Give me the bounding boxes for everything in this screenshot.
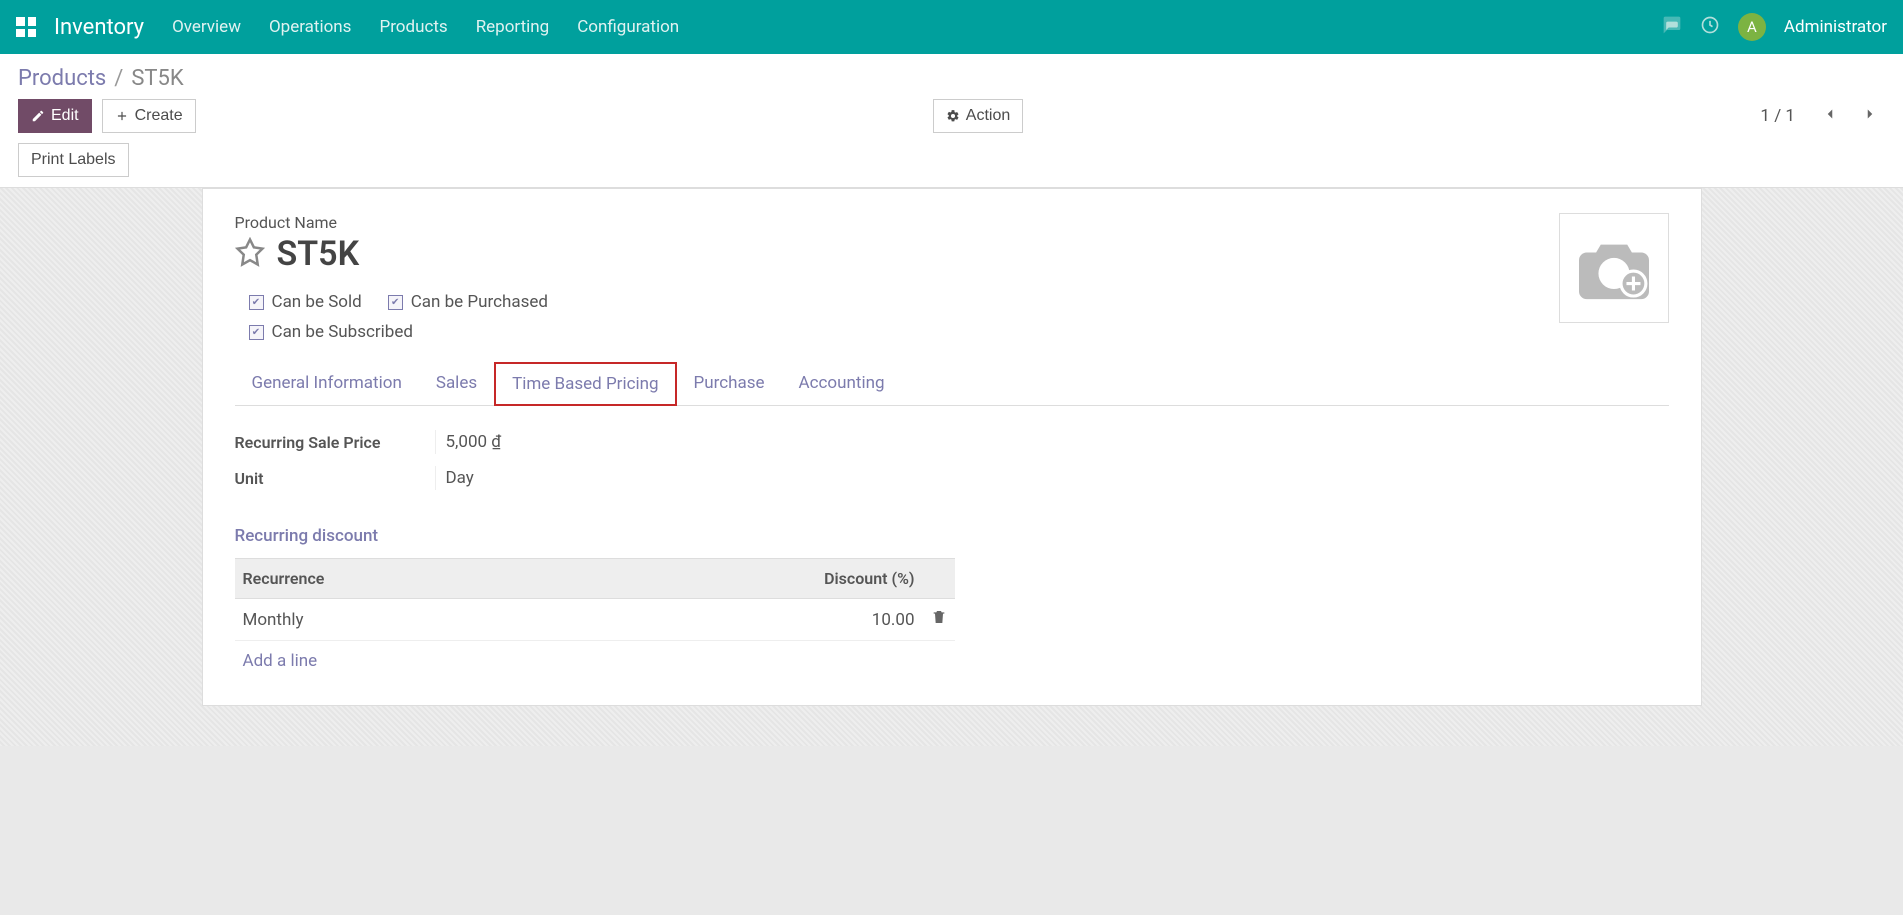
recurring-discount-table: Recurrence Discount (%) Monthly 10.00 <box>235 558 955 681</box>
breadcrumb: Products / ST5K <box>18 66 1885 91</box>
nav-menu: Overview Operations Products Reporting C… <box>172 17 679 37</box>
recurring-sale-price-value: 5,000 ₫ <box>435 430 952 454</box>
col-discount: Discount (%) <box>564 559 922 599</box>
nav-reporting[interactable]: Reporting <box>476 17 550 37</box>
discount-cell: 10.00 <box>564 599 922 641</box>
nav-overview[interactable]: Overview <box>172 17 241 37</box>
product-title: ST5K <box>277 234 360 274</box>
can-be-sold-checkbox[interactable]: ✔ Can be Sold <box>249 292 362 312</box>
can-be-subscribed-checkbox[interactable]: ✔ Can be Subscribed <box>249 322 413 342</box>
pager-next[interactable] <box>1855 101 1885 131</box>
form-background: Product Name ST5K ✔ Can be Sold ✔ <box>0 188 1903 746</box>
col-recurrence: Recurrence <box>235 559 565 599</box>
table-row[interactable]: Monthly 10.00 <box>235 599 955 641</box>
avatar[interactable]: A <box>1738 13 1766 41</box>
camera-plus-icon <box>1574 233 1654 303</box>
product-name-label: Product Name <box>235 213 1559 232</box>
delete-row-button[interactable] <box>931 610 947 630</box>
apps-icon[interactable] <box>16 17 36 37</box>
breadcrumb-separator: / <box>114 66 123 91</box>
tab-purchase[interactable]: Purchase <box>677 362 782 406</box>
checkbox-checked-icon: ✔ <box>388 295 403 310</box>
gear-icon <box>946 109 960 123</box>
recurring-sale-price-field: Recurring Sale Price 5,000 ₫ <box>235 424 952 460</box>
checkbox-checked-icon: ✔ <box>249 325 264 340</box>
form-sheet: Product Name ST5K ✔ Can be Sold ✔ <box>202 188 1702 706</box>
favorite-star-icon[interactable] <box>235 237 265 271</box>
breadcrumb-parent[interactable]: Products <box>18 66 106 91</box>
checkbox-checked-icon: ✔ <box>249 295 264 310</box>
can-be-subscribed-label: Can be Subscribed <box>272 322 413 342</box>
pencil-icon <box>31 109 45 123</box>
pager-text[interactable]: 1 / 1 <box>1760 106 1795 126</box>
recurring-discount-title: Recurring discount <box>235 526 1669 546</box>
chevron-left-icon <box>1821 105 1839 123</box>
tab-sales[interactable]: Sales <box>419 362 494 406</box>
nav-configuration[interactable]: Configuration <box>577 17 679 37</box>
edit-button-label: Edit <box>51 107 79 125</box>
print-labels-label: Print Labels <box>31 151 116 169</box>
conversations-icon[interactable] <box>1662 15 1682 39</box>
tab-general-information[interactable]: General Information <box>235 362 419 406</box>
product-image-upload[interactable] <box>1559 213 1669 323</box>
chevron-right-icon <box>1861 105 1879 123</box>
unit-field: Unit Day <box>235 460 952 496</box>
recurring-sale-price-label: Recurring Sale Price <box>235 433 435 452</box>
tab-accounting[interactable]: Accounting <box>782 362 902 406</box>
top-nav: Inventory Overview Operations Products R… <box>0 0 1903 54</box>
tab-time-based-pricing[interactable]: Time Based Pricing <box>494 362 676 406</box>
unit-label: Unit <box>235 469 435 488</box>
can-be-purchased-checkbox[interactable]: ✔ Can be Purchased <box>388 292 548 312</box>
nav-operations[interactable]: Operations <box>269 17 352 37</box>
app-title[interactable]: Inventory <box>54 15 144 40</box>
breadcrumb-current: ST5K <box>131 66 183 91</box>
edit-button[interactable]: Edit <box>18 99 92 133</box>
username[interactable]: Administrator <box>1784 17 1887 37</box>
nav-right: A Administrator <box>1662 13 1887 41</box>
action-button[interactable]: Action <box>933 99 1023 133</box>
can-be-purchased-label: Can be Purchased <box>411 292 548 312</box>
recurrence-cell: Monthly <box>235 599 565 641</box>
activities-icon[interactable] <box>1700 15 1720 39</box>
pager-prev[interactable] <box>1815 101 1845 131</box>
unit-value: Day <box>435 466 952 490</box>
create-button[interactable]: Create <box>102 99 196 133</box>
action-button-label: Action <box>966 107 1010 125</box>
control-panel: Products / ST5K Edit Create Action 1 / 1 <box>0 54 1903 188</box>
can-be-sold-label: Can be Sold <box>272 292 362 312</box>
tabs: General Information Sales Time Based Pri… <box>235 362 1669 406</box>
nav-products[interactable]: Products <box>379 17 447 37</box>
print-labels-button[interactable]: Print Labels <box>18 143 129 177</box>
add-line-button[interactable]: Add a line <box>235 641 326 681</box>
create-button-label: Create <box>135 107 183 125</box>
trash-icon <box>931 609 947 625</box>
plus-icon <box>115 109 129 123</box>
